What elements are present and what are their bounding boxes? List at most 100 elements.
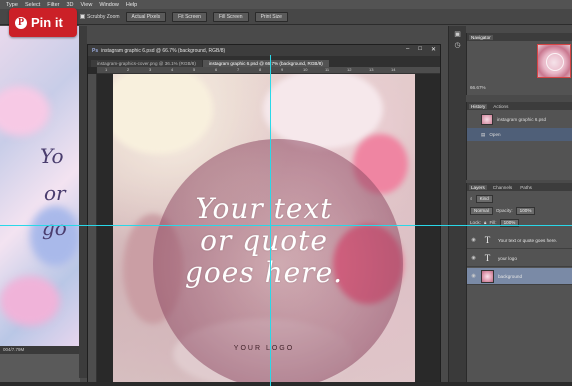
pinterest-icon: P: [15, 16, 27, 29]
quote-line: Your text: [195, 192, 333, 225]
menu-filter[interactable]: Filter: [47, 2, 59, 8]
tab-navigator[interactable]: Navigator: [469, 34, 493, 40]
document-window: Ps instagram graphic 6.psd @ 66.7% (back…: [87, 44, 441, 386]
ruler-mark: 3: [149, 67, 152, 72]
ruler-mark: 11: [325, 67, 330, 72]
opacity-label: Opacity:: [495, 208, 513, 213]
ruler-mark: 7: [237, 67, 240, 72]
document-tabs: instagram-graphics-cover.png @ 36.1% (RG…: [88, 56, 440, 67]
navigator-panel: Navigator 66.67%: [466, 33, 572, 95]
checkbox-icon: [80, 14, 85, 19]
ruler-mark: 10: [303, 67, 308, 72]
layer-thumbnail: [481, 269, 494, 283]
document-canvas[interactable]: Your text or quote goes here. YOUR LOGO: [113, 74, 415, 386]
layer-name: background: [498, 273, 523, 279]
history-snapshot[interactable]: instagram graphic 6.psd: [467, 113, 572, 126]
script-text: go: [42, 216, 67, 240]
actual-pixels-button[interactable]: Actual Pixels: [125, 11, 167, 22]
photoshop-icon: Ps: [92, 47, 99, 54]
script-text: or: [44, 181, 66, 205]
history-tabs: History Actions: [467, 102, 572, 110]
options-bar: Scrubby Zoom Actual Pixels Fit Screen Fi…: [0, 9, 572, 25]
search-icon: ⌕: [470, 196, 473, 201]
menu-type[interactable]: Type: [6, 2, 18, 8]
ruler-mark: 8: [259, 67, 262, 72]
scrubby-zoom-checkbox[interactable]: Scrubby Zoom: [80, 14, 120, 20]
history-icon[interactable]: ◷: [454, 41, 462, 49]
menu-bar: Type Select Filter 3D View Window Help: [0, 0, 572, 9]
text-layer-icon: T: [484, 253, 491, 263]
circle-frame: [546, 53, 564, 71]
tab-actions[interactable]: Actions: [491, 104, 510, 109]
eye-icon[interactable]: ◉: [470, 237, 477, 243]
blend-mode-select[interactable]: Normal: [470, 206, 493, 215]
navigator-tabs: Navigator: [467, 33, 572, 41]
flower-blur: [0, 276, 60, 326]
logo-text: YOUR LOGO: [233, 345, 295, 352]
background-document-canvas[interactable]: Yo or go: [0, 26, 80, 346]
text-layer-icon: T: [484, 235, 491, 245]
menu-window[interactable]: Window: [99, 2, 119, 8]
vertical-ruler[interactable]: [88, 74, 97, 385]
fill-screen-button[interactable]: Fill Screen: [212, 11, 249, 22]
flower-blur: [0, 86, 50, 136]
menu-view[interactable]: View: [81, 2, 93, 8]
history-state-label: Open: [489, 132, 501, 137]
document-title-bar[interactable]: Ps instagram graphic 6.psd @ 66.7% (back…: [88, 45, 440, 56]
print-size-button[interactable]: Print Size: [254, 11, 288, 22]
tab-paths[interactable]: Paths: [518, 185, 534, 190]
history-panel: History Actions instagram graphic 6.psd …: [466, 102, 572, 180]
zoom-level[interactable]: 66.67%: [470, 85, 486, 90]
layers-tabs: Layers Channels Paths: [467, 183, 572, 191]
layer-name: your logo: [498, 255, 517, 261]
layer-filter[interactable]: ⌕ Kind: [470, 194, 493, 203]
guide-line-horizontal[interactable]: [0, 225, 572, 226]
ruler-mark: 5: [193, 67, 196, 72]
layer-row[interactable]: ◉ T Your text or quote goes here.: [467, 232, 572, 249]
ruler-mark: 6: [215, 67, 218, 72]
scrubby-zoom-label: Scrubby Zoom: [87, 13, 120, 20]
tab-history[interactable]: History: [469, 103, 488, 109]
eye-icon[interactable]: ◉: [470, 273, 477, 279]
menu-help[interactable]: Help: [126, 2, 137, 8]
tab-channels[interactable]: Channels: [491, 185, 514, 190]
document-title: instagram graphic 6.psd @ 66.7% (backgro…: [101, 47, 226, 54]
panel-icon-column: ▣ ◷: [448, 26, 466, 386]
horizontal-ruler[interactable]: 1 2 3 4 5 6 7 8 9 10 11 12 13 14: [97, 67, 440, 74]
kind-select[interactable]: Kind: [475, 194, 493, 203]
tab-instagram-graphic-6[interactable]: instagram graphic 6.psd @ 66.7% (backgro…: [202, 60, 329, 67]
window-controls: – □ ✕: [406, 46, 436, 53]
script-text: Yo: [40, 144, 64, 168]
minimize-icon[interactable]: –: [406, 46, 409, 53]
ruler-mark: 1: [105, 67, 108, 72]
blend-controls: Normal Opacity: 100%: [470, 206, 536, 215]
ruler-mark: 12: [347, 67, 352, 72]
pin-it-button[interactable]: P Pin it: [9, 8, 77, 37]
fit-screen-button[interactable]: Fit Screen: [172, 11, 207, 22]
maximize-icon[interactable]: □: [418, 46, 422, 53]
pin-it-label: Pin it: [31, 15, 63, 30]
layers-panel: Layers Channels Paths ⌕ Kind Normal Opac…: [466, 183, 572, 386]
ruler-mark: 14: [391, 67, 396, 72]
opacity-input[interactable]: 100%: [515, 206, 536, 215]
bottom-edge: [0, 382, 572, 386]
navigator-icon[interactable]: ▣: [454, 30, 462, 38]
guide-line-vertical[interactable]: [270, 55, 271, 386]
document-icon: ▤: [481, 131, 486, 137]
layer-row[interactable]: ◉ background: [467, 268, 572, 285]
tab-layers[interactable]: Layers: [469, 184, 487, 190]
quote-line: or quote: [200, 224, 328, 257]
tools-strip: [79, 26, 87, 378]
close-icon[interactable]: ✕: [431, 46, 436, 53]
tab-instagram-cover[interactable]: instagram-graphics-cover.png @ 36.1% (RG…: [91, 60, 202, 67]
snapshot-thumbnail: [481, 114, 493, 125]
layer-name: Your text or quote goes here.: [498, 237, 558, 243]
history-state-open[interactable]: ▤ Open: [467, 128, 572, 141]
layer-row[interactable]: ◉ T your logo: [467, 250, 572, 267]
menu-select[interactable]: Select: [25, 2, 40, 8]
eye-icon[interactable]: ◉: [470, 255, 477, 261]
history-doc-name: instagram graphic 6.psd: [497, 117, 547, 122]
menu-3d[interactable]: 3D: [66, 2, 73, 8]
navigator-thumbnail[interactable]: [537, 44, 571, 78]
ruler-mark: 4: [171, 67, 174, 72]
